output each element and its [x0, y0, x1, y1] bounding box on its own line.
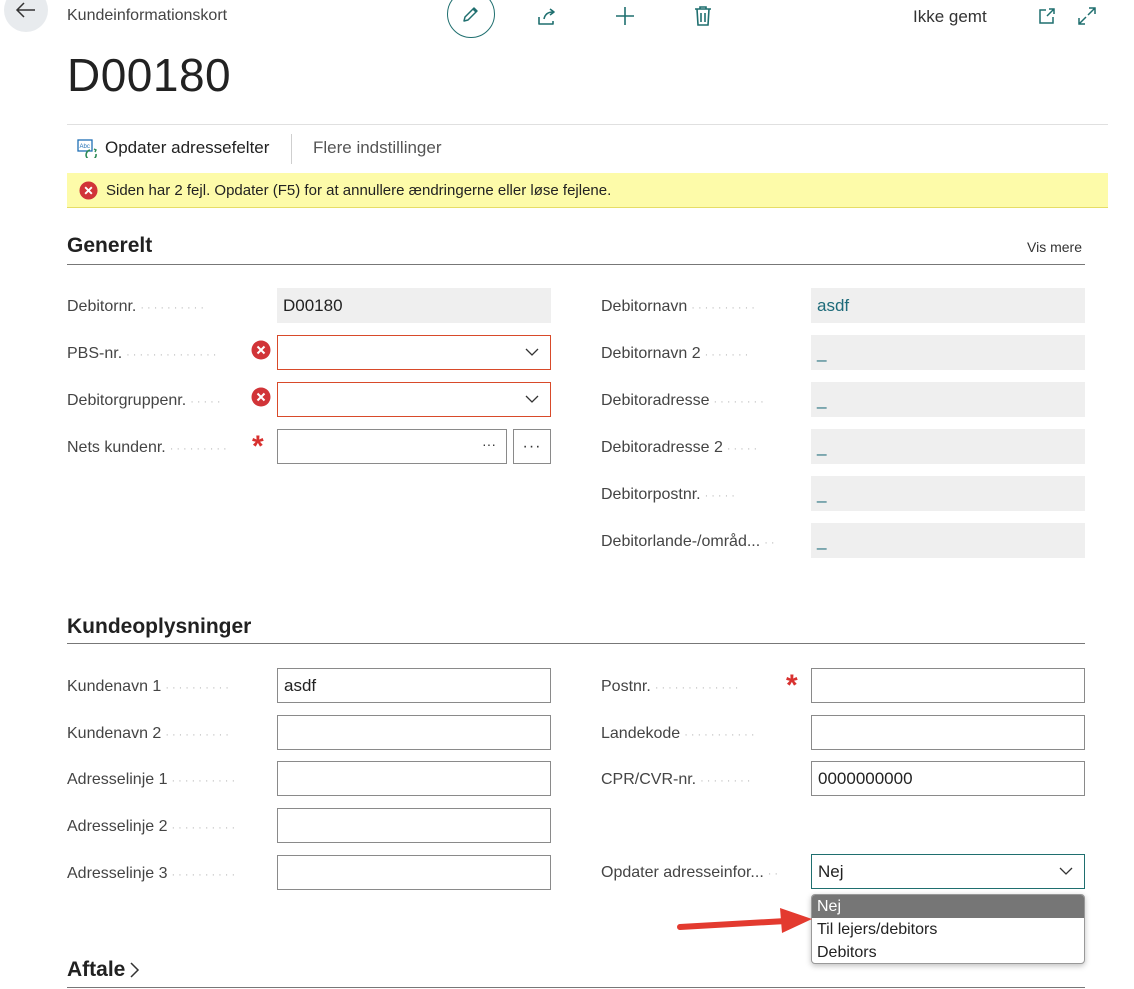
more-settings-label: Flere indstillinger	[313, 138, 442, 157]
field-label-nets-no: Nets kundenr. ·········	[67, 439, 230, 456]
section-divider	[67, 987, 1085, 988]
chevron-down-icon	[525, 395, 539, 403]
update-address-info-dropdown: Nej Til lejers/debitors Debitors	[811, 894, 1085, 964]
svg-text:Abc: Abc	[80, 144, 90, 150]
update-address-label: Opdater adressefelter	[105, 138, 270, 157]
dropdown-option-debitors[interactable]: Debitors	[812, 941, 1084, 963]
section-divider	[67, 643, 1085, 644]
field-label-debitor-postcode: Debitorpostnr. ·····	[601, 486, 738, 503]
field-label-debitor-name: Debitornavn ··········	[601, 298, 758, 315]
open-new-window-icon	[1039, 8, 1055, 24]
field-label-update-address-info: Opdater adresseinfor... ··	[601, 864, 782, 881]
debitor-country-field[interactable]: _	[811, 523, 1085, 558]
pbs-no-select[interactable]	[277, 335, 551, 370]
back-button[interactable]	[4, 0, 48, 32]
chevron-right-icon	[130, 962, 140, 978]
debitor-address-field[interactable]: _	[811, 382, 1085, 417]
nets-no-input[interactable]: ···	[277, 429, 507, 464]
back-arrow-icon	[15, 2, 35, 18]
field-label-address-line-2: Adresselinje 2 ··········	[67, 818, 239, 835]
chevron-down-icon	[525, 348, 539, 356]
debitor-name-field[interactable]: asdf	[811, 288, 1085, 323]
edit-button[interactable]	[447, 0, 495, 38]
save-status: Ikke gemt	[913, 7, 987, 26]
more-settings-button[interactable]: Flere indstillinger	[313, 138, 442, 158]
customer-name-2-input[interactable]	[277, 715, 551, 750]
field-label-debitor-no: Debitornr. ··········	[67, 298, 208, 315]
error-banner: Siden har 2 fejl. Opdater (F5) for at an…	[67, 173, 1108, 208]
field-label-address-line-3: Adresselinje 3 ··········	[67, 865, 239, 882]
new-button[interactable]	[613, 4, 637, 28]
share-icon	[538, 8, 555, 25]
field-error-icon	[251, 387, 271, 407]
debitor-postcode-field[interactable]: _	[811, 476, 1085, 511]
field-label-customer-name-2: Kundenavn 2 ··········	[67, 725, 232, 742]
section-title-general: Generelt	[67, 234, 153, 257]
expand-icon	[1078, 7, 1096, 25]
ellipsis-icon: ···	[522, 437, 542, 455]
field-label-debitor-address: Debitoradresse ········	[601, 392, 767, 409]
update-address-info-select[interactable]: Nej	[811, 854, 1085, 889]
address-line-3-input[interactable]	[277, 855, 551, 890]
section-title-customer-info: Kundeoplysninger	[67, 615, 252, 638]
debitor-group-select[interactable]	[277, 382, 551, 417]
cpr-cvr-input[interactable]: 0000000000	[811, 761, 1085, 796]
country-code-input[interactable]	[811, 715, 1085, 750]
record-title: D00180	[67, 49, 232, 101]
plus-icon	[616, 7, 634, 25]
address-line-2-input[interactable]	[277, 808, 551, 843]
pencil-icon	[463, 7, 478, 22]
action-divider	[291, 134, 292, 164]
field-label-country-code: Landekode ···········	[601, 725, 758, 742]
section-divider	[67, 264, 1085, 265]
open-new-window-button[interactable]	[1035, 4, 1059, 28]
debitor-address-2-field[interactable]: _	[811, 429, 1085, 464]
field-label-postcode: Postnr. ·············	[601, 678, 742, 695]
dropdown-option-nej[interactable]: Nej	[812, 895, 1084, 918]
postcode-input[interactable]	[811, 668, 1085, 703]
customer-name-1-input[interactable]: asdf	[277, 668, 551, 703]
debitor-no-field: D00180	[277, 288, 551, 323]
delete-button[interactable]	[691, 4, 715, 28]
field-label-address-line-1: Adresselinje 1 ··········	[67, 771, 239, 788]
address-update-icon: Abc	[77, 139, 97, 158]
share-button[interactable]	[535, 4, 559, 28]
error-message: Siden har 2 fejl. Opdater (F5) for at an…	[106, 181, 612, 199]
trash-icon	[695, 6, 711, 26]
field-label-debitor-country: Debitorlande-/områd... ··	[601, 533, 778, 550]
update-address-button[interactable]: Abc Opdater adressefelter	[77, 138, 269, 158]
error-icon	[79, 180, 98, 200]
required-indicator: *	[252, 430, 264, 463]
lookup-icon: ···	[482, 436, 496, 452]
field-label-debitor-name-2: Debitornavn 2 ·······	[601, 345, 752, 362]
field-label-customer-name-1: Kundenavn 1 ··········	[67, 678, 232, 695]
chevron-down-icon	[1059, 867, 1073, 875]
expand-button[interactable]	[1075, 4, 1099, 28]
breadcrumb: Kundeinformationskort	[67, 7, 228, 24]
annotation-arrow	[677, 908, 812, 933]
address-line-1-input[interactable]	[277, 761, 551, 796]
dropdown-option-til-lejers-debitors[interactable]: Til lejers/debitors	[812, 918, 1084, 941]
field-error-icon	[251, 340, 271, 360]
field-label-debitor-address-2: Debitoradresse 2 ·····	[601, 439, 761, 456]
field-label-cpr-cvr: CPR/CVR-nr. ········	[601, 771, 754, 788]
field-label-debitor-group: Debitorgruppenr. ·····	[67, 392, 224, 409]
section-title-agreement[interactable]: Aftale	[67, 958, 142, 982]
show-more-link[interactable]: Vis mere	[1027, 239, 1082, 255]
nets-no-assist-button[interactable]: ···	[513, 429, 551, 464]
field-label-pbs-no: PBS-nr. ··············	[67, 345, 220, 362]
required-indicator: *	[786, 669, 798, 702]
debitor-name-2-field[interactable]: _	[811, 335, 1085, 370]
